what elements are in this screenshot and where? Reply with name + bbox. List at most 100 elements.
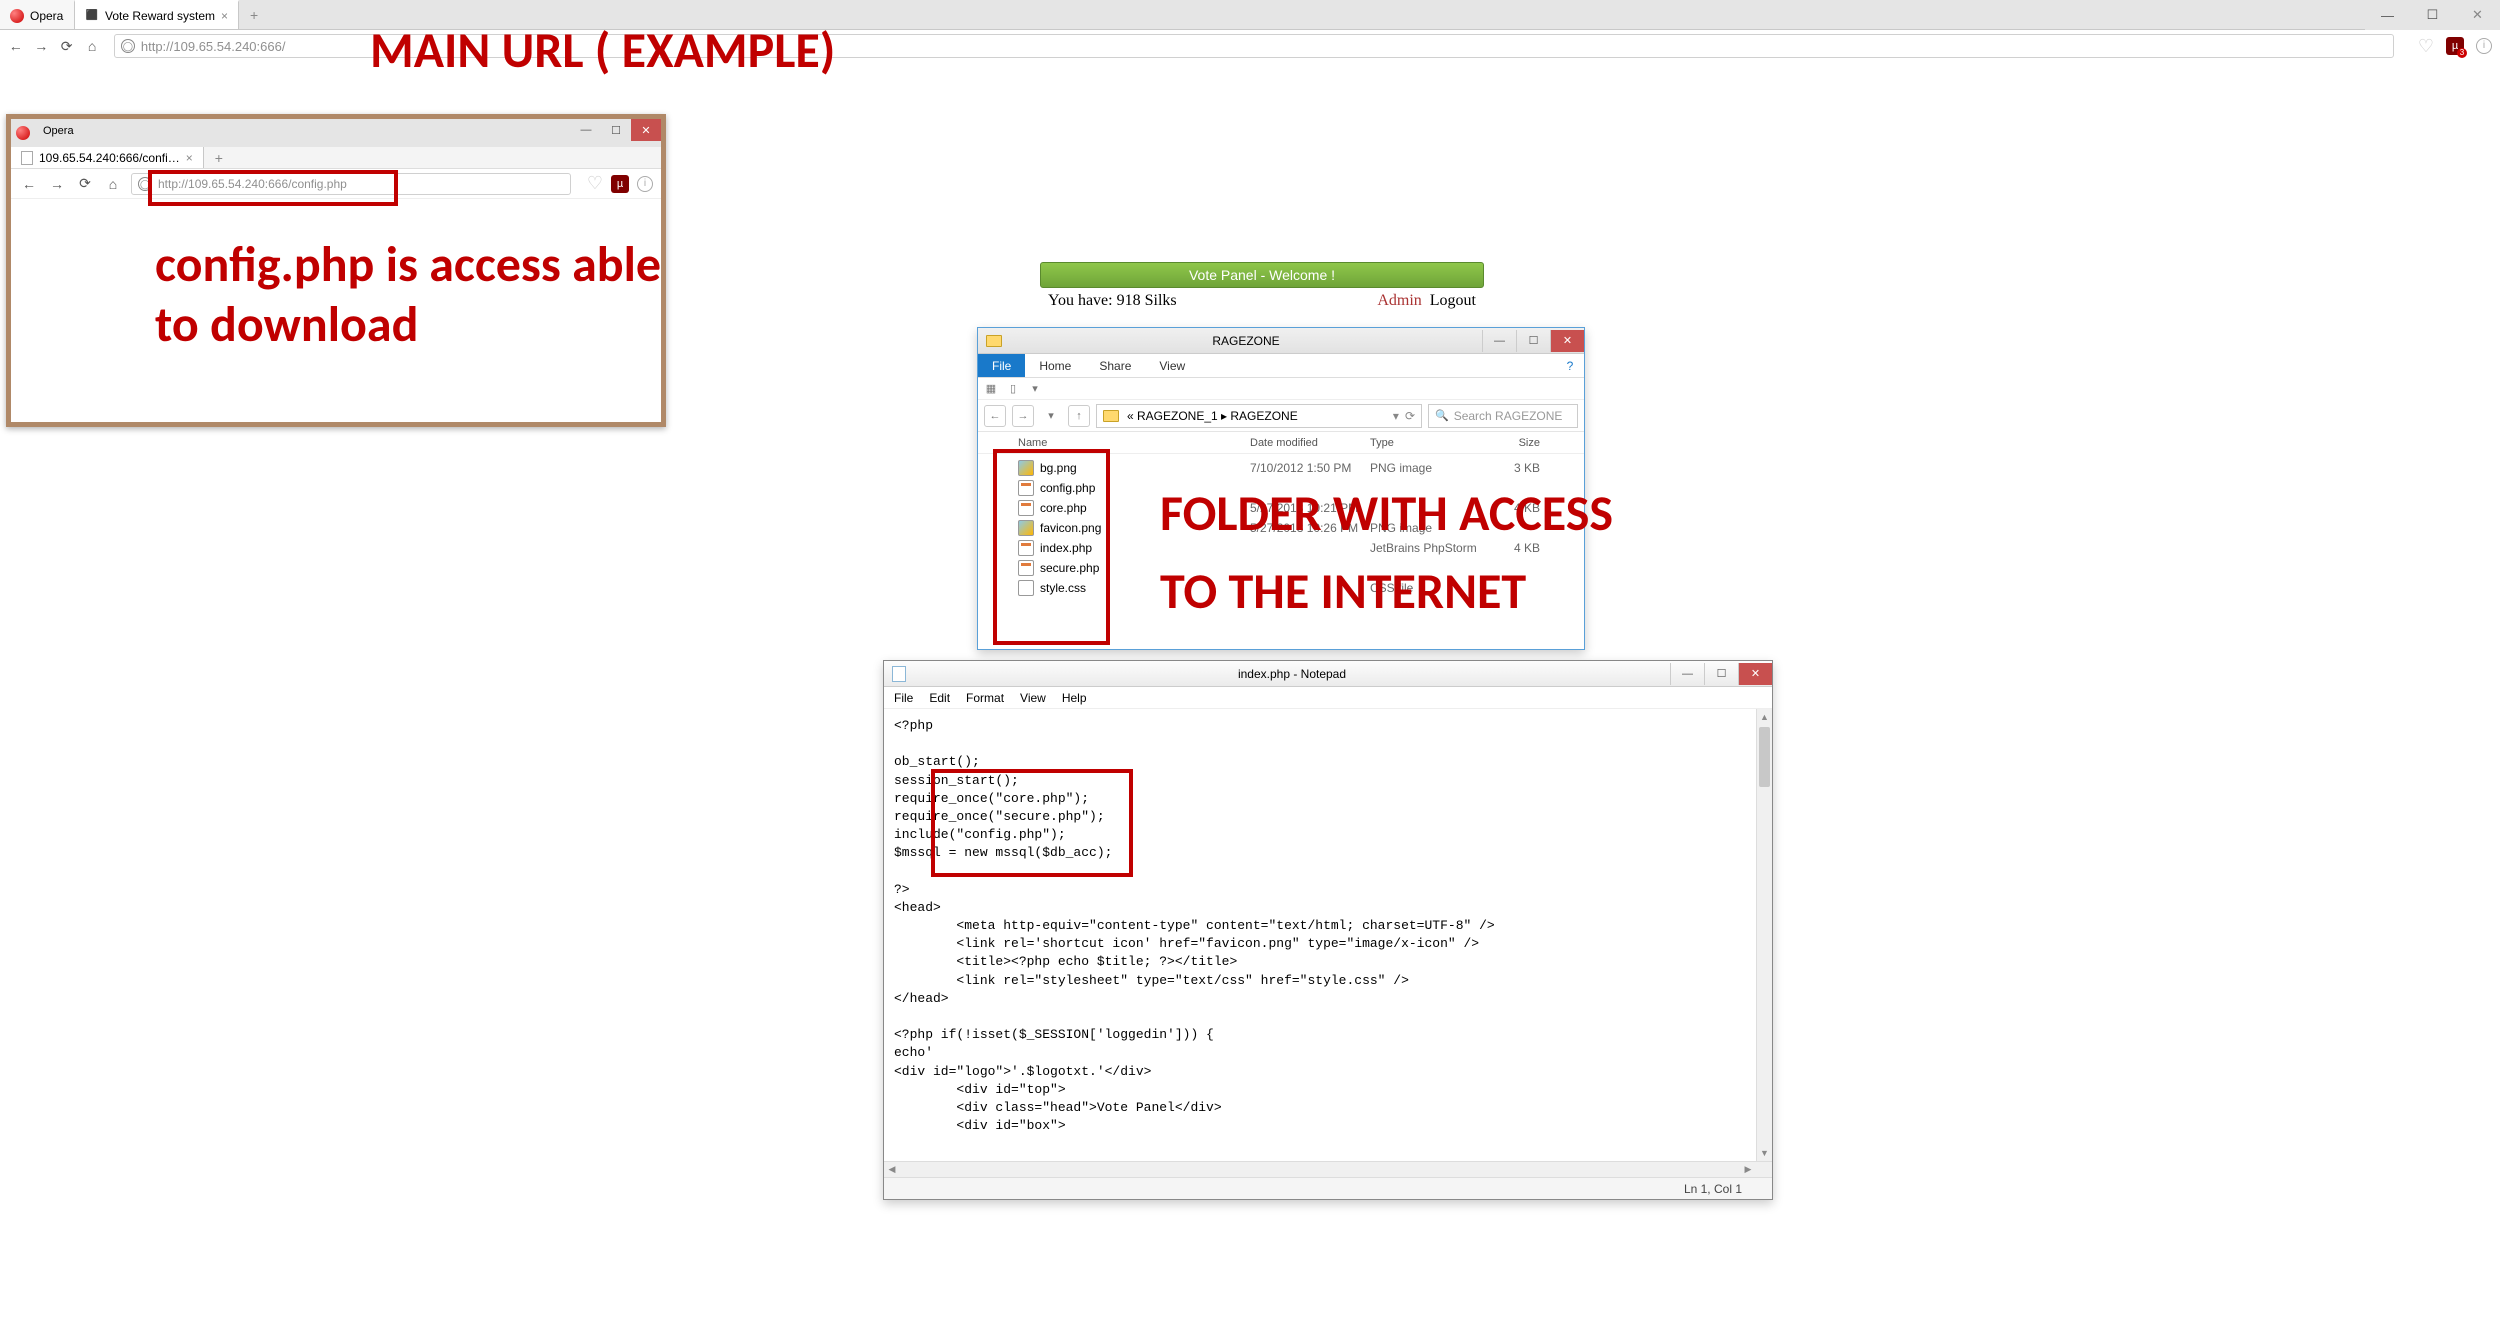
nav-history-icon[interactable]: ▾ xyxy=(1040,405,1062,427)
small-close-button[interactable]: ✕ xyxy=(631,119,661,141)
nav-forward-button[interactable]: → xyxy=(1012,405,1034,427)
notepad-icon xyxy=(892,666,906,682)
vote-silks-text: You have: 918 Silks xyxy=(1048,292,1377,310)
ribbon-file[interactable]: File xyxy=(978,354,1025,377)
window-close-button[interactable]: ✕ xyxy=(2455,0,2500,30)
notepad-close-button[interactable]: ✕ xyxy=(1738,663,1772,685)
menu-edit[interactable]: Edit xyxy=(929,691,950,705)
notepad-maximize-button[interactable]: ☐ xyxy=(1704,663,1738,685)
back-icon[interactable]: ← xyxy=(8,36,23,56)
menu-help[interactable]: Help xyxy=(1062,691,1087,705)
bookmark-heart-icon[interactable]: ♡ xyxy=(587,173,603,194)
vote-panel-header: Vote Panel - Welcome ! xyxy=(1040,262,1484,288)
tab-opera-label: Opera xyxy=(30,9,63,23)
reload-icon[interactable]: ⟳ xyxy=(75,174,95,194)
ribbon-share[interactable]: Share xyxy=(1085,354,1145,377)
annotation-folder-l1: FOLDER WITH ACCESS xyxy=(1160,475,1613,553)
notepad-title: index.php - Notepad xyxy=(914,667,1670,681)
notepad-status-bar: Ln 1, Col 1 xyxy=(884,1177,1772,1199)
close-icon[interactable]: × xyxy=(221,9,228,23)
col-name[interactable]: Name xyxy=(1018,437,1250,449)
small-tab-active[interactable]: 109.65.54.240:666/confi… × xyxy=(11,147,204,168)
notepad-menu: File Edit Format View Help xyxy=(884,687,1772,709)
small-new-tab-button[interactable]: + xyxy=(204,147,234,168)
col-type[interactable]: Type xyxy=(1370,437,1480,449)
explorer-maximize-button[interactable]: ☐ xyxy=(1516,330,1550,352)
annotation-config-l2: to download xyxy=(155,295,661,355)
notepad-minimize-button[interactable]: — xyxy=(1670,663,1704,685)
quick-props-icon[interactable]: ▦ xyxy=(984,382,998,396)
file-date: 7/10/2012 1:50 PM xyxy=(1250,461,1370,475)
ribbon-home[interactable]: Home xyxy=(1025,354,1085,377)
new-tab-button[interactable]: + xyxy=(239,0,269,29)
ublock-icon[interactable]: µ xyxy=(611,175,629,193)
back-icon[interactable]: ← xyxy=(19,174,39,194)
folder-icon xyxy=(986,335,1002,347)
opera-logo-icon xyxy=(16,126,30,140)
nav-back-button[interactable]: ← xyxy=(984,405,1006,427)
annotation-config: config.php is access able to download xyxy=(155,235,661,355)
scroll-right-icon[interactable]: ▶ xyxy=(1740,1162,1756,1177)
vote-logout-link[interactable]: Logout xyxy=(1430,292,1476,310)
info-icon[interactable]: i xyxy=(637,176,653,192)
col-size[interactable]: Size xyxy=(1480,437,1540,449)
search-placeholder: Search RAGEZONE xyxy=(1454,409,1563,423)
window-maximize-button[interactable]: ☐ xyxy=(2410,0,2455,30)
home-icon[interactable]: ⌂ xyxy=(84,36,99,56)
menu-view[interactable]: View xyxy=(1020,691,1046,705)
nav-path[interactable]: « RAGEZONE_1 ▸ RAGEZONE ▾ ⟳ xyxy=(1096,404,1422,428)
annotation-folder: FOLDER WITH ACCESS TO THE INTERNET xyxy=(1160,475,1613,630)
highlight-box-url xyxy=(148,170,398,206)
menu-format[interactable]: Format xyxy=(966,691,1004,705)
close-icon[interactable]: × xyxy=(186,151,193,165)
refresh-icon[interactable]: ⟳ xyxy=(1405,409,1415,423)
bookmark-heart-icon[interactable]: ♡ xyxy=(2418,36,2434,57)
quick-dropdown-icon[interactable]: ▾ xyxy=(1028,382,1042,396)
explorer-search-input[interactable]: 🔍 Search RAGEZONE xyxy=(1428,404,1578,428)
explorer-minimize-button[interactable]: — xyxy=(1482,330,1516,352)
tab-active[interactable]: ⬛ Vote Reward system × xyxy=(75,0,239,29)
small-maximize-button[interactable]: ☐ xyxy=(601,119,631,141)
ublock-badge: 3 xyxy=(2457,48,2467,58)
explorer-close-button[interactable]: ✕ xyxy=(1550,330,1584,352)
scroll-down-icon[interactable]: ▼ xyxy=(1757,1145,1772,1161)
chevron-down-icon[interactable]: ▾ xyxy=(1393,409,1399,423)
tab-favicon-icon: ⬛ xyxy=(85,9,99,23)
nav-path-text: « RAGEZONE_1 ▸ RAGEZONE xyxy=(1127,409,1298,423)
scrollbar-vertical[interactable]: ▲ ▼ xyxy=(1756,709,1772,1161)
highlight-box-code xyxy=(931,769,1133,877)
info-icon[interactable]: i xyxy=(2476,38,2492,54)
folder-icon xyxy=(1103,410,1119,422)
file-type: PNG image xyxy=(1370,461,1480,475)
quick-new-icon[interactable]: ▯ xyxy=(1006,382,1020,396)
scroll-thumb[interactable] xyxy=(1759,727,1770,787)
annotation-main-url: MAIN URL ( EXAMPLE) xyxy=(370,20,835,81)
forward-icon[interactable]: → xyxy=(33,36,48,56)
tab-active-label: Vote Reward system xyxy=(105,9,215,23)
window-minimize-button[interactable]: — xyxy=(2365,0,2410,30)
tab-opera-menu[interactable]: Opera xyxy=(0,0,75,29)
small-opera-menu[interactable] xyxy=(11,119,35,147)
reload-icon[interactable]: ⟳ xyxy=(59,36,74,56)
scroll-left-icon[interactable]: ◀ xyxy=(884,1162,900,1177)
highlight-box-files xyxy=(993,449,1110,645)
globe-icon: ◯ xyxy=(121,39,135,53)
small-opera-label: Opera xyxy=(35,125,74,137)
scrollbar-horizontal[interactable]: ◀ ▶ xyxy=(884,1161,1772,1177)
ribbon-view[interactable]: View xyxy=(1145,354,1199,377)
small-minimize-button[interactable]: — xyxy=(571,119,601,141)
file-size: 3 KB xyxy=(1480,461,1540,475)
home-icon[interactable]: ⌂ xyxy=(103,174,123,194)
address-bar-text: http://109.65.54.240:666/ xyxy=(141,39,286,54)
ublock-icon[interactable]: µ3 xyxy=(2446,37,2464,55)
col-date[interactable]: Date modified xyxy=(1250,437,1370,449)
search-icon: 🔍 xyxy=(1435,409,1449,422)
nav-up-button[interactable]: ↑ xyxy=(1068,405,1090,427)
ribbon-help-icon[interactable]: ? xyxy=(1556,354,1584,377)
opera-logo-icon xyxy=(10,9,24,23)
scroll-up-icon[interactable]: ▲ xyxy=(1757,709,1772,725)
explorer-title: RAGEZONE xyxy=(1010,334,1482,348)
menu-file[interactable]: File xyxy=(894,691,913,705)
forward-icon[interactable]: → xyxy=(47,174,67,194)
vote-admin-link[interactable]: Admin xyxy=(1377,292,1421,310)
